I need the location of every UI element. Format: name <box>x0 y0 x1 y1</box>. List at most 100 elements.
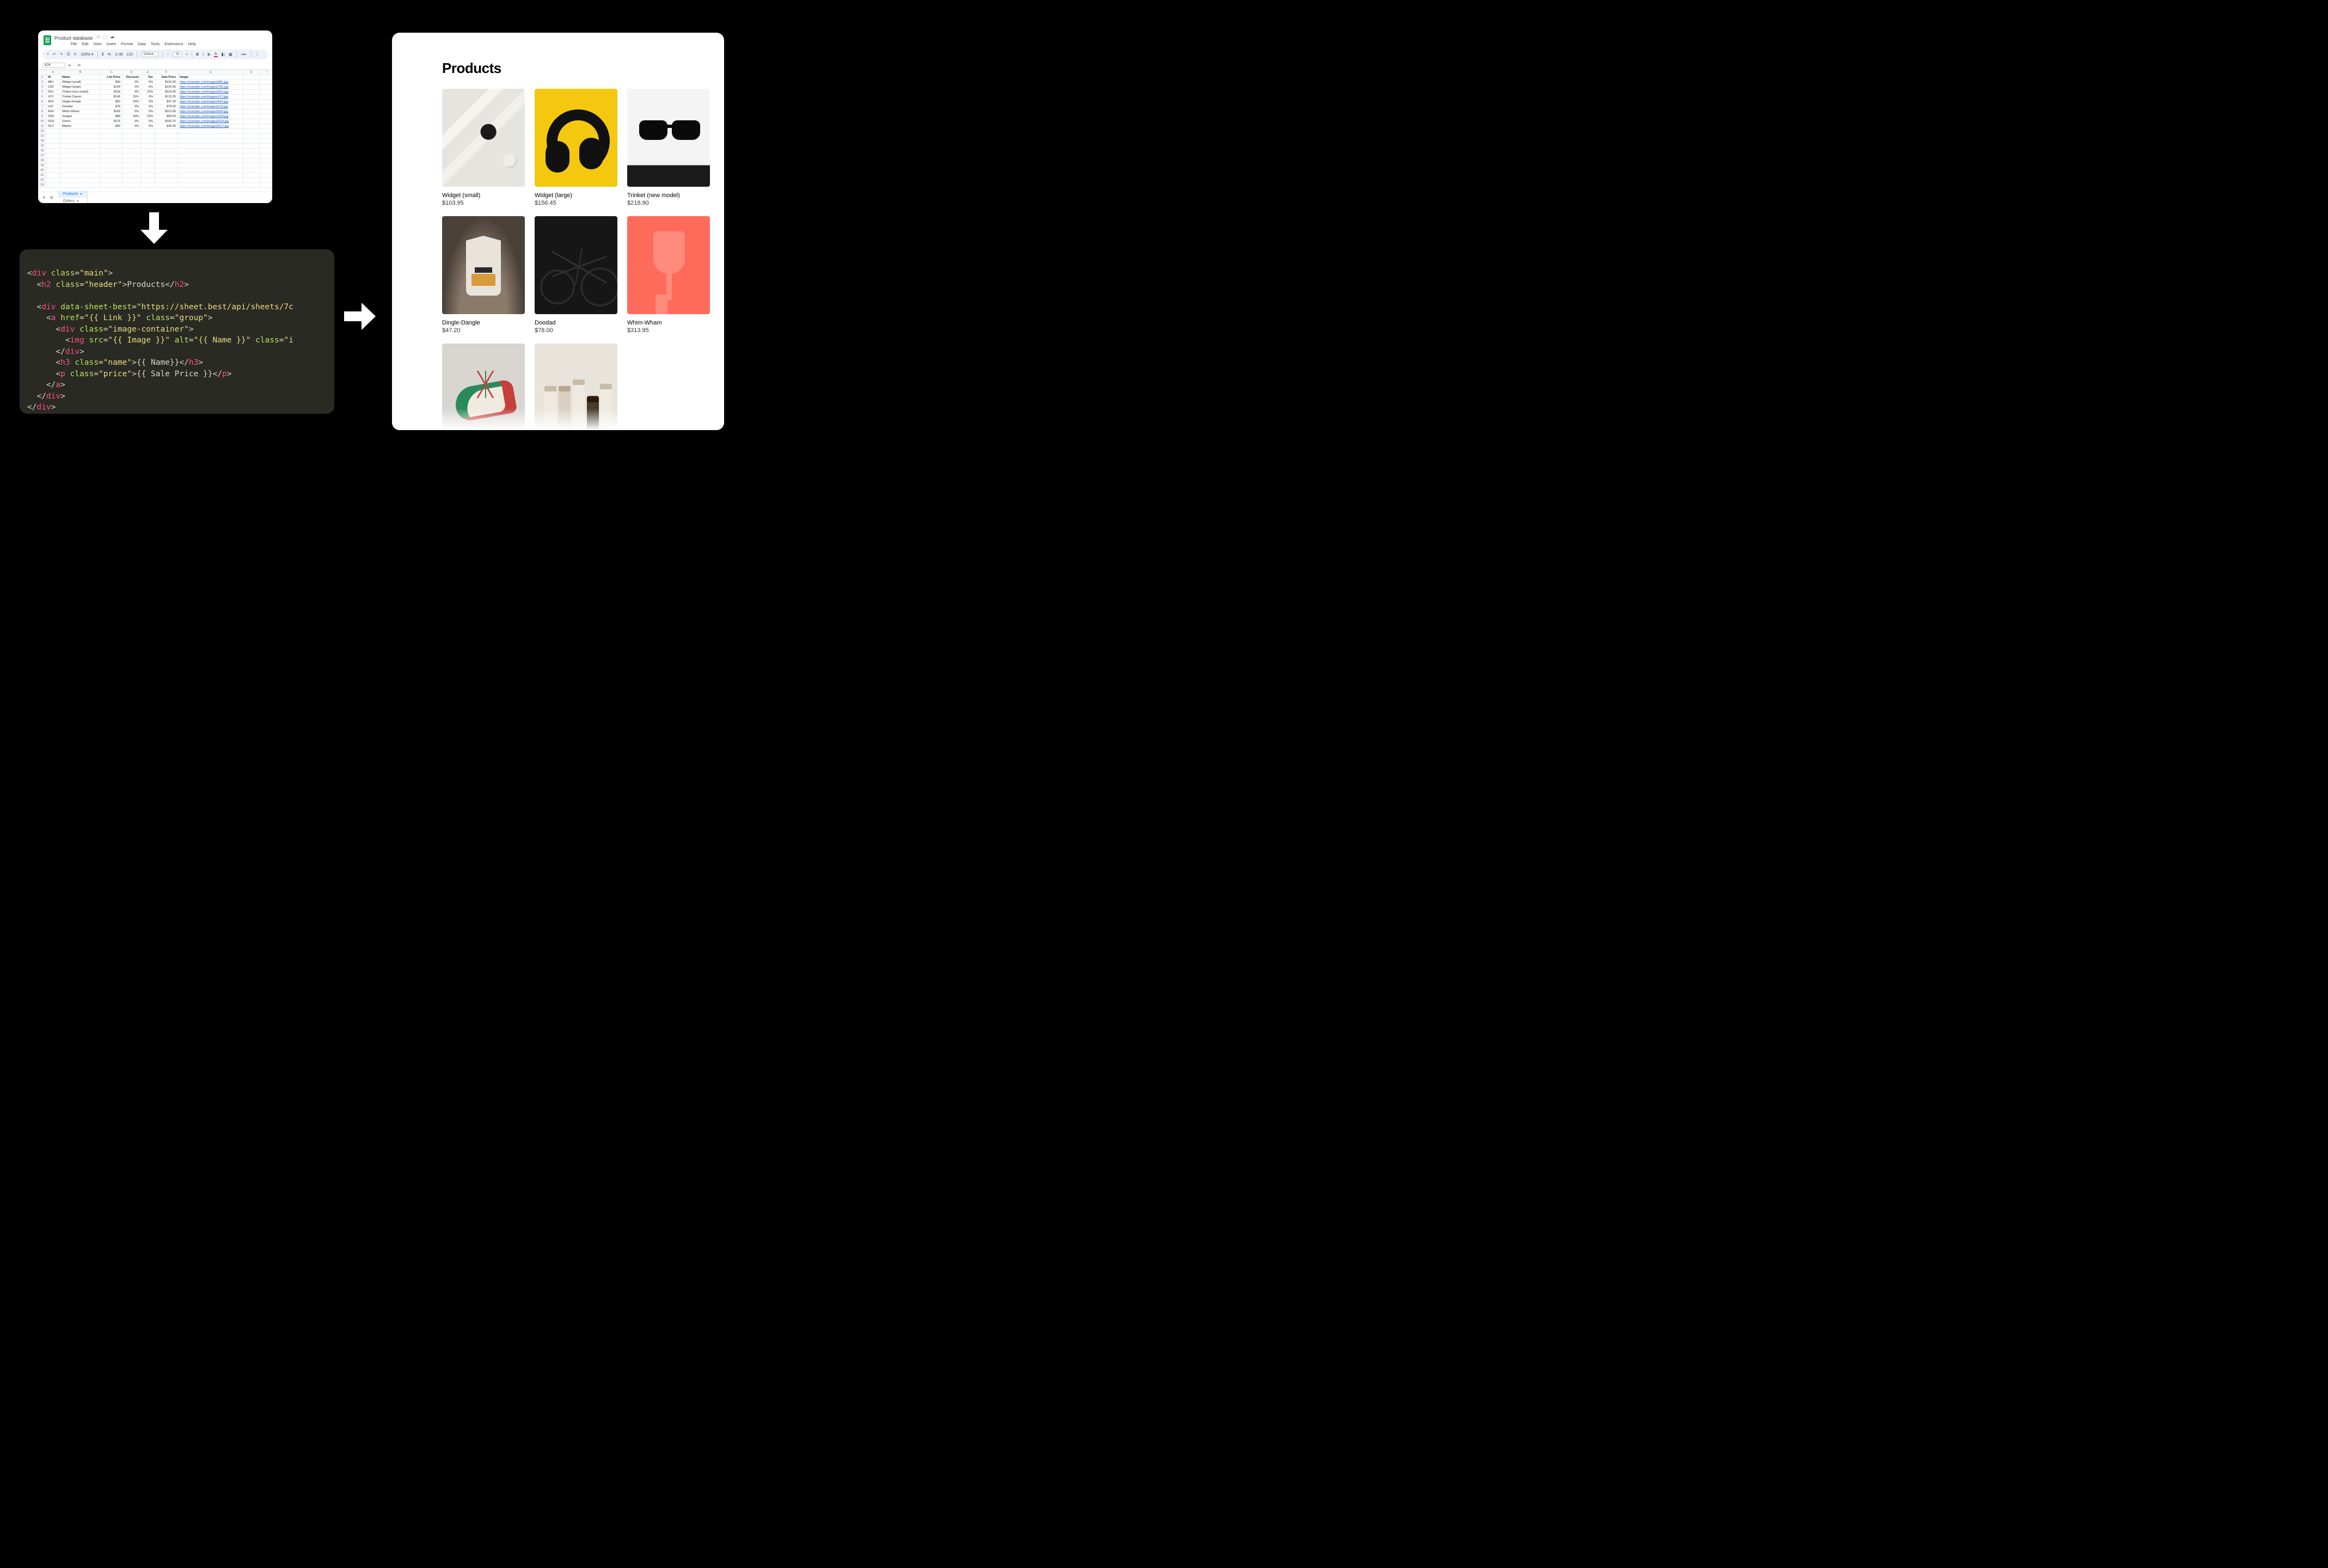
row-header[interactable]: 6 <box>39 100 46 105</box>
name-box[interactable]: K24 <box>42 63 65 68</box>
row-header[interactable]: 3 <box>39 85 46 90</box>
cell[interactable] <box>141 154 155 158</box>
cell[interactable]: $68.53 <box>155 114 178 119</box>
paint-format-icon[interactable]: ✎ <box>73 52 77 57</box>
menu-view[interactable]: View <box>93 42 101 46</box>
cell[interactable] <box>155 158 178 163</box>
cell[interactable] <box>260 154 273 158</box>
cell-link[interactable]: https://example.com/images/CB2.jpg <box>178 85 243 90</box>
menu-insert[interactable]: Insert <box>106 42 116 46</box>
product-card[interactable]: Widget (large)$156.45 <box>535 89 617 206</box>
cell[interactable] <box>260 134 273 139</box>
cell[interactable]: $49.00 <box>155 124 178 129</box>
cell[interactable]: DG4 <box>46 119 60 124</box>
cell[interactable] <box>122 158 141 163</box>
cell[interactable]: 0% <box>141 105 155 109</box>
zoom-select[interactable]: 100% ▾ <box>81 52 93 57</box>
cell[interactable] <box>60 163 101 168</box>
cell-link[interactable]: https://example.com/images/DE1.jpg <box>178 90 243 95</box>
cell[interactable]: $145 <box>101 95 122 100</box>
cell[interactable]: Widget (small) <box>60 80 101 85</box>
cell[interactable]: $313.95 <box>155 109 178 114</box>
font-select[interactable]: Defaul... <box>141 52 158 57</box>
cell[interactable] <box>178 163 243 168</box>
text-color-icon[interactable]: A <box>214 52 218 57</box>
cell[interactable] <box>60 149 101 154</box>
redo-icon[interactable]: ↷ <box>60 52 63 57</box>
cell[interactable] <box>141 134 155 139</box>
cell[interactable]: DU7 <box>46 124 60 129</box>
strike-icon[interactable]: S <box>207 53 210 57</box>
cell[interactable] <box>46 154 60 158</box>
bold-icon[interactable]: B <box>196 53 199 57</box>
cell[interactable] <box>178 134 243 139</box>
cell[interactable] <box>101 173 122 178</box>
cell-link[interactable]: https://example.com/images/XY2.jpg <box>178 95 243 100</box>
cell[interactable] <box>155 129 178 134</box>
menu-format[interactable]: Format <box>121 42 133 46</box>
fontsize-input[interactable]: 10 <box>173 52 182 57</box>
cell[interactable] <box>60 139 101 144</box>
cell[interactable] <box>260 75 273 80</box>
cell[interactable] <box>141 178 155 183</box>
cell[interactable] <box>60 173 101 178</box>
move-folder-icon[interactable]: 🗀 <box>103 34 108 42</box>
cell[interactable]: $78 <box>101 105 122 109</box>
cell[interactable]: ID <box>46 75 60 80</box>
cell[interactable] <box>141 158 155 163</box>
cell[interactable] <box>60 134 101 139</box>
cell[interactable]: $89 <box>101 114 122 119</box>
row-header[interactable]: 1 <box>39 75 46 80</box>
merge-icon[interactable]: ⇥⇤ <box>241 52 247 57</box>
cell[interactable] <box>155 154 178 158</box>
cell[interactable] <box>260 158 273 163</box>
row-header[interactable]: 11 <box>39 124 46 129</box>
cell[interactable] <box>243 168 260 173</box>
cell[interactable]: 5% <box>141 85 155 90</box>
cell[interactable] <box>178 154 243 158</box>
cell[interactable] <box>101 154 122 158</box>
cell[interactable]: XY2 <box>46 95 60 100</box>
cell[interactable] <box>122 129 141 134</box>
cell-link[interactable]: https://example.com/images/SD8.jpg <box>178 114 243 119</box>
product-image[interactable] <box>627 89 710 187</box>
cell[interactable] <box>46 178 60 183</box>
cell[interactable] <box>178 144 243 149</box>
cell[interactable]: $218.90 <box>155 90 178 95</box>
cell[interactable] <box>243 109 260 114</box>
cell[interactable] <box>101 149 122 154</box>
cell[interactable]: $156.45 <box>155 85 178 90</box>
cell[interactable] <box>122 163 141 168</box>
cell[interactable]: 0% <box>122 105 141 109</box>
cell[interactable]: 5% <box>141 80 155 85</box>
column-header[interactable]: I <box>260 70 273 75</box>
cell[interactable]: Bibelot <box>60 124 101 129</box>
row-header[interactable]: 16 <box>39 149 46 154</box>
menu-extensions[interactable]: Extensions <box>164 42 183 46</box>
menu-data[interactable]: Data <box>138 42 146 46</box>
cell[interactable] <box>243 183 260 188</box>
cell[interactable] <box>60 168 101 173</box>
cell[interactable] <box>178 149 243 154</box>
cell[interactable]: AS4 <box>46 109 60 114</box>
fontsize-inc[interactable]: + <box>186 53 188 57</box>
column-header[interactable] <box>39 70 46 75</box>
cell-link[interactable]: https://example.com/images/HJ2.jpg <box>178 105 243 109</box>
cell[interactable]: 10% <box>141 114 155 119</box>
more-icon[interactable]: ⋮ <box>255 52 259 57</box>
cell[interactable] <box>60 183 101 188</box>
row-header[interactable]: 7 <box>39 105 46 109</box>
cell[interactable] <box>243 129 260 134</box>
cell[interactable] <box>260 183 273 188</box>
cell[interactable]: Widget (large) <box>60 85 101 90</box>
cell[interactable]: 0% <box>122 80 141 85</box>
cell[interactable]: $183.75 <box>155 119 178 124</box>
cell[interactable]: Sale Price <box>155 75 178 80</box>
decimal-controls[interactable]: .0 .00 <box>115 53 123 57</box>
cell[interactable]: CB2 <box>46 85 60 90</box>
cell[interactable] <box>178 129 243 134</box>
column-header[interactable]: B <box>60 70 101 75</box>
cell[interactable]: $99 <box>101 80 122 85</box>
cell[interactable] <box>178 183 243 188</box>
cell[interactable] <box>46 183 60 188</box>
